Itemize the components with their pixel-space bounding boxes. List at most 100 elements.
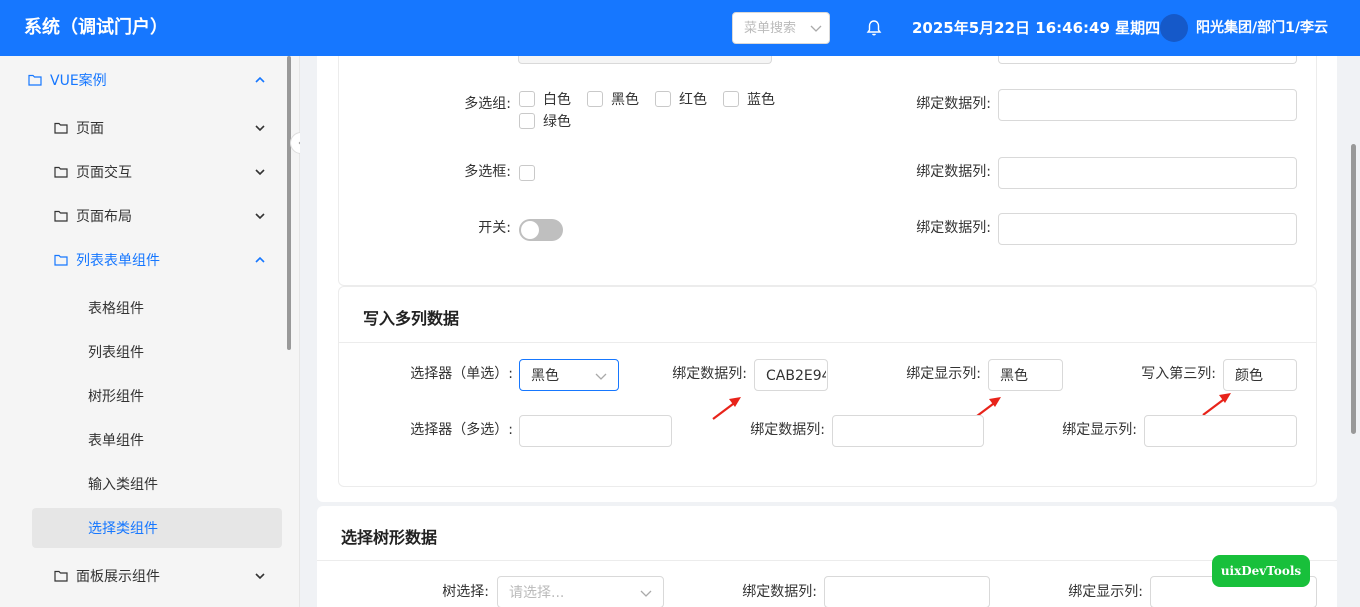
multi-select[interactable] (519, 415, 672, 447)
sidebar-item-list-form-components[interactable]: 列表表单组件 (54, 240, 266, 280)
sidebar-item-vue-cases[interactable]: VUE案例 (28, 60, 266, 100)
datetime-display: 2025年5月22日 16:46:49 星期四 (912, 19, 1161, 37)
folder-icon (54, 122, 68, 134)
section-title: 写入多列数据 (363, 309, 460, 328)
red-arrow-icon (1202, 393, 1231, 416)
top-header: 系统（调试门户） 菜单搜索 2025年5月22日 16:46:49 星期四 阳光… (0, 0, 1360, 56)
checkbox-white[interactable] (519, 91, 535, 107)
folder-icon (54, 570, 68, 582)
bind-col-label: 绑定数据列: (742, 584, 817, 600)
bind-display-input[interactable]: 黑色 (988, 359, 1063, 391)
sidebar-item-label: 页面 (76, 121, 104, 137)
sidebar-item-page-layout[interactable]: 页面布局 (54, 196, 266, 236)
multi-select-label: 选择器（多选）: (410, 422, 513, 438)
main-scrollbar[interactable] (1351, 144, 1356, 434)
chevron-up-icon (255, 256, 265, 263)
switch-knob (521, 221, 539, 239)
chevron-down-icon (640, 590, 652, 597)
bind-display-label: 绑定显示列: (1062, 422, 1137, 438)
checkbox-label: 红色 (679, 92, 707, 108)
basic-form-section: 多选组: 白色 黑色 红色 蓝色 绿色 绑定数据列: 多选框: 绑定数据列: 开… (338, 56, 1317, 286)
bind-col-input[interactable] (824, 576, 990, 607)
tree-select-card: 选择树形数据 树选择: 请选择... 绑定数据列: 绑定显示列: (317, 506, 1337, 607)
bind-col-input[interactable] (998, 89, 1297, 121)
section-divider (339, 342, 1316, 343)
checkbox-field-label: 多选框: (464, 164, 511, 180)
tree-select-label: 树选择: (442, 584, 489, 600)
bind-col-input[interactable] (998, 157, 1297, 189)
third-col-label: 写入第三列: (1141, 366, 1216, 382)
sidebar-item-page[interactable]: 页面 (54, 108, 266, 148)
section-divider (317, 560, 1337, 561)
single-select-value: 黑色 (531, 368, 559, 384)
bind-col-label: 绑定数据列: (916, 220, 991, 236)
bind-col-input[interactable] (998, 213, 1297, 245)
checkbox-label: 绿色 (543, 114, 571, 130)
folder-icon (28, 74, 42, 86)
app-title: 系统（调试门户） (24, 17, 168, 38)
sidebar-item-table-component[interactable]: 表格组件 (88, 288, 268, 328)
sidebar-item-panel-components[interactable]: 面板展示组件 (54, 556, 266, 596)
checkbox-green[interactable] (519, 113, 535, 129)
sidebar-item-label: 页面布局 (76, 209, 132, 225)
bind-col-label: 绑定数据列: (916, 164, 991, 180)
sidebar-item-list-component[interactable]: 列表组件 (88, 332, 268, 372)
bell-icon[interactable] (865, 19, 883, 37)
checkbox-label: 白色 (543, 92, 571, 108)
folder-icon (54, 166, 68, 178)
bind-display-value: 黑色 (1000, 368, 1028, 384)
sidebar-item-input-components[interactable]: 输入类组件 (88, 464, 268, 504)
third-col-input[interactable]: 颜色 (1223, 359, 1297, 391)
chevron-down-icon (255, 573, 265, 580)
tree-select-placeholder: 请选择... (509, 585, 565, 601)
checkbox-label: 蓝色 (747, 92, 775, 108)
sidebar-item-label: 树形组件 (88, 389, 144, 405)
sidebar: VUE案例 页面 页面交互 页面布局 列表表单组件 表格组件 列表组件 树形组件… (0, 56, 312, 607)
chevron-down-icon (810, 25, 822, 32)
multi-group-label: 多选组: (464, 96, 511, 112)
chevron-down-icon (595, 373, 607, 380)
form-card: 多选组: 白色 黑色 红色 蓝色 绿色 绑定数据列: 多选框: 绑定数据列: 开… (317, 56, 1337, 502)
uix-devtools-button[interactable]: uixDevTools (1212, 555, 1310, 587)
bind-col-input[interactable]: CAB2E94 (754, 359, 828, 391)
sidebar-item-select-components[interactable]: 选择类组件 (32, 508, 282, 548)
bind-col-value: CAB2E94 (766, 368, 826, 384)
bind-display-input[interactable] (1144, 415, 1297, 447)
main-content: 多选组: 白色 黑色 红色 蓝色 绿色 绑定数据列: 多选框: 绑定数据列: 开… (300, 56, 1360, 607)
sidebar-item-label: 表格组件 (88, 301, 144, 317)
folder-icon (54, 254, 68, 266)
multi-column-section: 写入多列数据 选择器（单选）: 黑色 绑定数据列: CAB2E94 绑定显示列:… (338, 286, 1317, 487)
menu-search-select[interactable]: 菜单搜索 (732, 12, 830, 44)
sidebar-item-label: VUE案例 (50, 73, 107, 89)
sidebar-item-tree-component[interactable]: 树形组件 (88, 376, 268, 416)
bind-col-label: 绑定数据列: (916, 96, 991, 112)
single-select[interactable]: 黑色 (519, 359, 619, 391)
tree-select[interactable]: 请选择... (497, 576, 664, 607)
bind-col-label: 绑定数据列: (672, 366, 747, 382)
checkbox-label: 黑色 (611, 92, 639, 108)
sidebar-item-label: 输入类组件 (88, 477, 158, 493)
avatar[interactable] (1160, 14, 1188, 42)
sidebar-item-form-component[interactable]: 表单组件 (88, 420, 268, 460)
sidebar-item-label: 列表表单组件 (76, 253, 160, 269)
single-checkbox[interactable] (519, 165, 535, 181)
bind-col-label: 绑定数据列: (750, 422, 825, 438)
sidebar-item-label: 表单组件 (88, 433, 144, 449)
third-col-value: 颜色 (1235, 368, 1263, 384)
chevron-down-icon (255, 213, 265, 220)
checkbox-blue[interactable] (723, 91, 739, 107)
bind-col-input[interactable] (832, 415, 984, 447)
sidebar-item-label: 面板展示组件 (76, 569, 160, 585)
red-arrow-icon (712, 397, 741, 420)
partial-bind-input[interactable] (998, 56, 1297, 64)
bind-display-label: 绑定显示列: (1068, 584, 1143, 600)
sidebar-item-page-interaction[interactable]: 页面交互 (54, 152, 266, 192)
user-name[interactable]: 阳光集团/部门1/李云 (1196, 18, 1328, 38)
switch-label: 开关: (478, 220, 511, 236)
checkbox-red[interactable] (655, 91, 671, 107)
section-title: 选择树形数据 (341, 528, 438, 547)
partial-input[interactable] (518, 56, 772, 64)
checkbox-black[interactable] (587, 91, 603, 107)
sidebar-scrollbar[interactable] (287, 56, 291, 350)
toggle-switch[interactable] (519, 219, 563, 241)
